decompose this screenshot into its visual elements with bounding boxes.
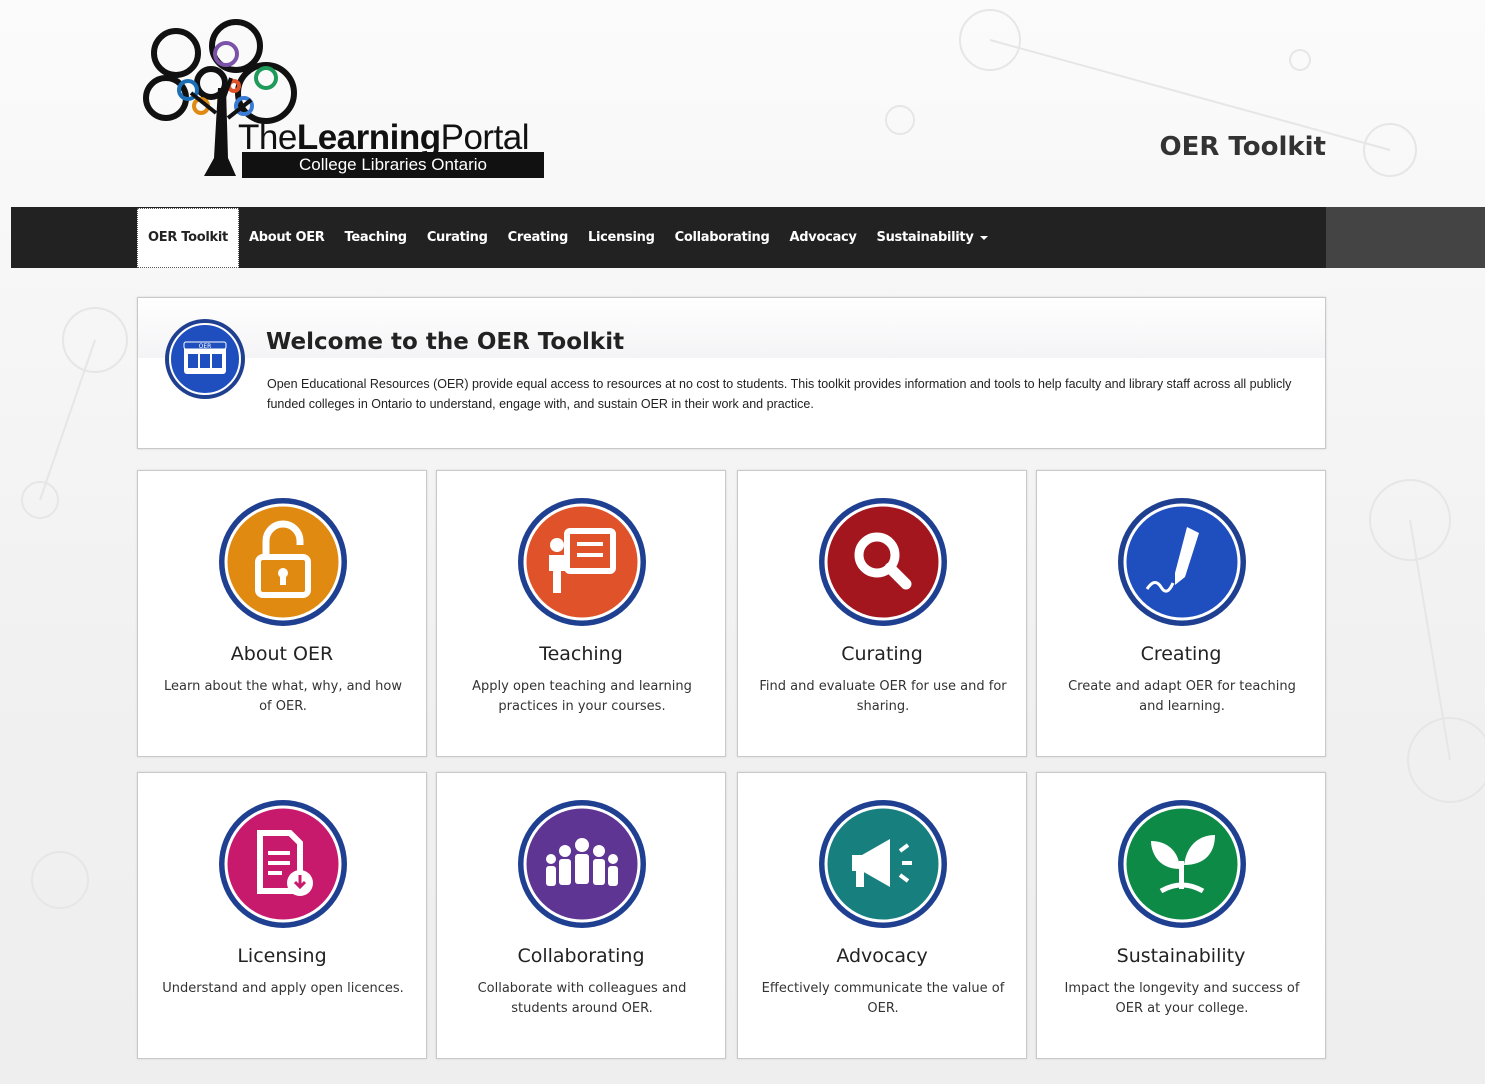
pen-signature-icon [1118, 498, 1246, 626]
card-description: Create and adapt OER for teaching and le… [1068, 679, 1296, 714]
card-about-oer[interactable]: About OER Learn about the what, why, and… [137, 470, 427, 757]
main-navbar: OER Toolkit About OER Teaching Curating … [11, 207, 1485, 268]
card-teaching[interactable]: Teaching Apply open teaching and learnin… [436, 470, 726, 757]
nav-list: OER Toolkit About OER Teaching Curating … [137, 207, 998, 268]
card-description: Understand and apply open licences. [162, 981, 404, 996]
learning-portal-logo[interactable]: TheLearningPortal College Libraries Onta… [136, 18, 556, 188]
nav-item-teaching[interactable]: Teaching [335, 207, 417, 268]
nav-item-sustainability-label: Sustainability [876, 230, 974, 245]
card-title: Teaching [539, 643, 623, 665]
card-description: Collaborate with colleagues and students… [477, 981, 687, 1016]
nav-item-advocacy[interactable]: Advocacy [780, 207, 867, 268]
card-title: Advocacy [836, 945, 928, 967]
welcome-text: Open Educational Resources (OER) provide… [267, 377, 1292, 411]
card-curating[interactable]: Curating Find and evaluate OER for use a… [737, 470, 1027, 757]
site-title: OER Toolkit [1159, 132, 1327, 162]
nav-item-creating[interactable]: Creating [498, 207, 578, 268]
card-title: Creating [1140, 643, 1222, 665]
card-title: Sustainability [1116, 945, 1246, 967]
logo-subtitle: College Libraries Ontario [242, 152, 544, 178]
card-creating[interactable]: Creating Create and adapt OER for teachi… [1036, 470, 1326, 757]
nav-item-about-oer[interactable]: About OER [239, 207, 335, 268]
sprout-icon [1118, 800, 1246, 928]
card-description: Effectively communicate the value of OER… [761, 981, 1005, 1016]
welcome-panel: OER Welcome to the OER Toolkit Open Educ… [137, 297, 1326, 449]
card-title: Collaborating [517, 945, 645, 967]
card-collaborating[interactable]: Collaborating Collaborate with colleague… [436, 772, 726, 1059]
presenter-board-icon [518, 498, 646, 626]
card-description: Apply open teaching and learning practic… [472, 679, 692, 714]
megaphone-icon [819, 800, 947, 928]
oer-browser-icon: OER [165, 319, 245, 399]
card-description: Find and evaluate OER for use and for sh… [759, 679, 1007, 714]
navbar-right-gutter [1326, 207, 1485, 268]
card-title: Curating [841, 643, 923, 665]
nav-item-curating[interactable]: Curating [417, 207, 498, 268]
caret-down-icon [979, 235, 988, 240]
nav-item-sustainability[interactable]: Sustainability [867, 207, 998, 268]
site-header: TheLearningPortal College Libraries Onta… [12, 6, 1485, 206]
nav-item-collaborating[interactable]: Collaborating [665, 207, 780, 268]
unlocked-padlock-icon [219, 498, 347, 626]
card-description: Learn about the what, why, and how of OE… [163, 679, 403, 714]
card-title: About OER [230, 643, 334, 665]
magnifier-icon [819, 498, 947, 626]
svg-text:OER: OER [199, 343, 212, 350]
card-advocacy[interactable]: Advocacy Effectively communicate the val… [737, 772, 1027, 1059]
nav-item-licensing[interactable]: Licensing [578, 207, 665, 268]
card-title: Licensing [237, 945, 327, 967]
card-licensing[interactable]: Licensing Understand and apply open lice… [137, 772, 427, 1059]
card-sustainability[interactable]: Sustainability Impact the longevity and … [1036, 772, 1326, 1059]
group-people-icon [518, 800, 646, 928]
document-download-icon [219, 800, 347, 928]
nav-item-oer-toolkit[interactable]: OER Toolkit [137, 208, 239, 268]
card-description: Impact the longevity and success of OER … [1064, 981, 1300, 1016]
welcome-title: Welcome to the OER Toolkit [266, 329, 625, 355]
